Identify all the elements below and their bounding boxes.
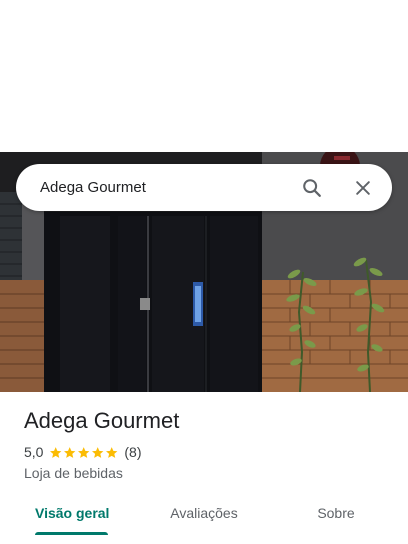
rating-stars	[49, 446, 119, 459]
search-query[interactable]: Adega Gourmet	[40, 179, 301, 196]
place-category: Loja de bebidas	[24, 465, 123, 481]
tab-reviews[interactable]: Avaliações	[165, 505, 243, 521]
star-icon	[92, 446, 104, 458]
rating-row[interactable]: 5,0 (8)	[24, 444, 142, 460]
search-bar[interactable]: Adega Gourmet	[16, 164, 392, 211]
star-icon	[106, 446, 118, 458]
active-tab-indicator	[35, 532, 108, 535]
close-icon[interactable]	[352, 177, 374, 199]
star-icon	[78, 446, 90, 458]
reviews-count[interactable]: (8)	[124, 444, 141, 460]
tab-overview[interactable]: Visão geral	[35, 505, 109, 521]
search-icon[interactable]	[301, 177, 323, 199]
tab-about[interactable]: Sobre	[310, 505, 362, 521]
place-title: Adega Gourmet	[24, 408, 180, 433]
rating-value: 5,0	[24, 444, 44, 460]
star-icon	[64, 446, 76, 458]
star-icon	[50, 446, 62, 458]
